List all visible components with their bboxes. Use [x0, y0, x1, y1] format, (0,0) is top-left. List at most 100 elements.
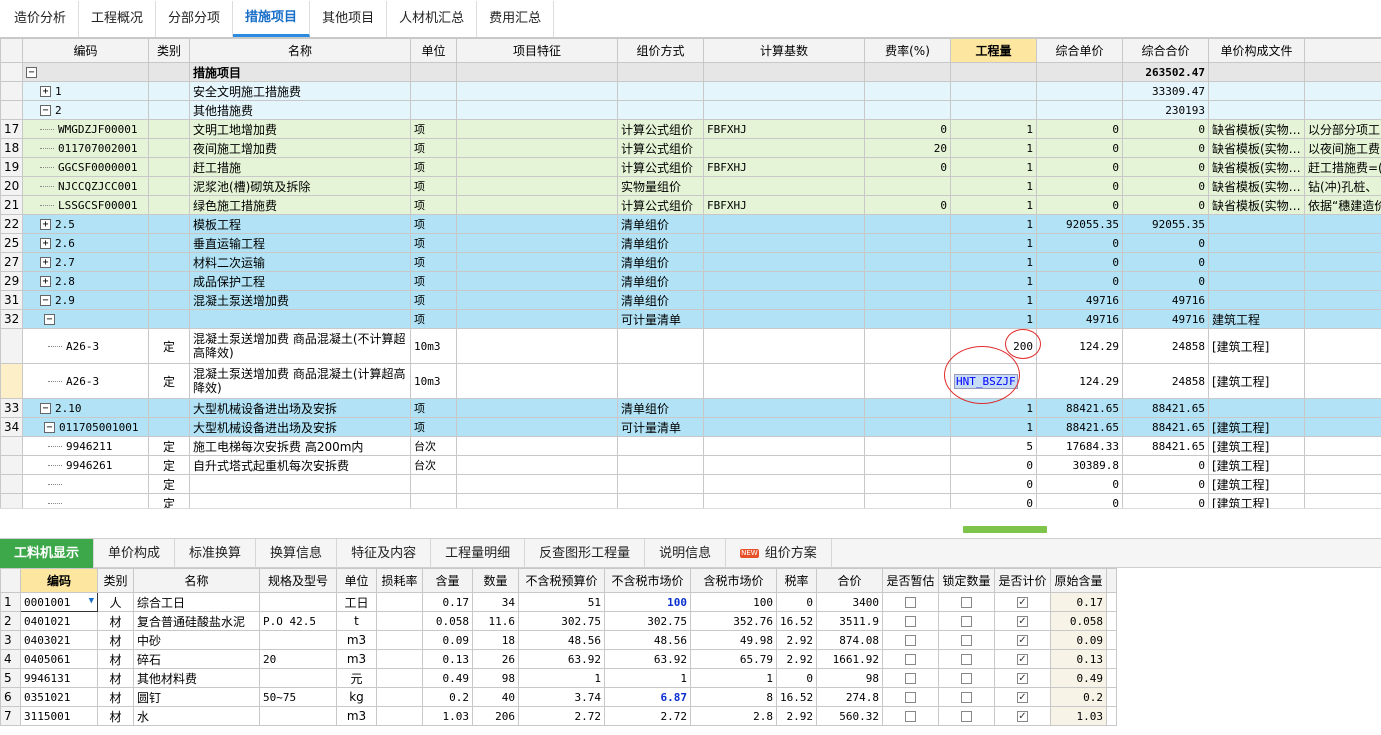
name-cell[interactable]: 其他材料费: [133, 668, 260, 688]
table-row[interactable]: 4 0405061 材碎石 20 m3 0.13 26 63.92 63.92 65.79 2.92…: [0, 649, 1117, 669]
type-cell[interactable]: 材: [97, 687, 134, 707]
name-cell[interactable]: 文明工地增加费: [189, 119, 411, 139]
calc-checkbox-cell[interactable]: ✓: [994, 668, 1051, 688]
extra-cell[interactable]: [1304, 81, 1381, 101]
total-cell[interactable]: 3400: [816, 592, 883, 612]
table-row[interactable]: 18 011707002001 夜间施工增加费项计算公式组价 20 1 0 0 缺省模板(实物…: [0, 138, 1381, 158]
method-cell[interactable]: 清单组价: [617, 271, 704, 291]
method-cell[interactable]: [617, 100, 704, 120]
expand-icon[interactable]: +: [40, 238, 51, 249]
extra-cell[interactable]: 钻(冲)孔桩、: [1304, 176, 1381, 196]
table-row[interactable]: A26-3 定混凝土泵送增加费 商品混凝土(计算超高降效) 10m3 HNT_BSZJ…: [0, 363, 1381, 399]
type-cell[interactable]: [148, 138, 190, 158]
checkbox-icon[interactable]: [905, 597, 916, 608]
table-row[interactable]: 20 NJCCQZJCC001 泥浆池(槽)砌筑及拆除项实物量组价 1 0 0 缺省模板(实…: [0, 176, 1381, 196]
rate-cell[interactable]: 0: [864, 157, 951, 177]
checkbox-icon[interactable]: [905, 692, 916, 703]
content-cell[interactable]: 0.058: [422, 611, 473, 631]
table-row[interactable]: A26-3 定混凝土泵送增加费 商品混凝土(不计算超高降效) 10m3 200 124.…: [0, 328, 1381, 364]
feature-cell[interactable]: [456, 119, 618, 139]
unit-price-cell[interactable]: 49716: [1036, 309, 1123, 329]
unit-price-cell[interactable]: [1036, 81, 1123, 101]
extra-cell[interactable]: [1304, 309, 1381, 329]
method-cell[interactable]: [617, 474, 704, 494]
qty-cell[interactable]: 18: [472, 630, 519, 650]
bottom-tab-0[interactable]: 工料机显示: [0, 539, 95, 568]
total-cell[interactable]: 3511.9: [816, 611, 883, 631]
price-file-cell[interactable]: 缺省模板(实物…: [1208, 195, 1305, 215]
spec-cell[interactable]: 50~75: [259, 687, 337, 707]
base-cell[interactable]: [703, 363, 865, 399]
qty-cell[interactable]: 1: [950, 138, 1037, 158]
table-row[interactable]: 定 0 0 0 [建筑工程]: [0, 493, 1381, 508]
feature-cell[interactable]: [456, 214, 618, 234]
base-cell[interactable]: [703, 493, 865, 508]
col-header-6[interactable]: 组价方式: [617, 38, 704, 63]
feature-cell[interactable]: [456, 455, 618, 475]
unit-cell[interactable]: 项: [410, 233, 457, 253]
unit-price-cell[interactable]: 49716: [1036, 290, 1123, 310]
unit-price-cell[interactable]: 0: [1036, 176, 1123, 196]
col-header-12[interactable]: 单价构成文件: [1208, 38, 1305, 63]
price-file-cell[interactable]: [1208, 100, 1305, 120]
bottom-tab-4[interactable]: 特征及内容: [337, 539, 432, 568]
lock-checkbox-cell[interactable]: [938, 687, 995, 707]
checkbox-icon[interactable]: [961, 692, 972, 703]
checked-checkbox-icon[interactable]: ✓: [1017, 711, 1028, 722]
name-cell[interactable]: 泥浆池(槽)砌筑及拆除: [189, 176, 411, 196]
loss-cell[interactable]: [376, 668, 423, 688]
table-row[interactable]: 9946211 定施工电梯每次安拆费 高200m内 台次 5 17684.33 88421…: [0, 436, 1381, 456]
name-cell[interactable]: 碎石: [133, 649, 260, 669]
checked-checkbox-icon[interactable]: ✓: [1017, 635, 1028, 646]
collapse-icon[interactable]: −: [40, 105, 51, 116]
rate-cell[interactable]: [864, 81, 951, 101]
name-cell[interactable]: 自升式塔式起重机每次安拆费: [189, 455, 411, 475]
type-cell[interactable]: [148, 309, 190, 329]
row-number[interactable]: [0, 100, 23, 120]
method-cell[interactable]: 实物量组价: [617, 176, 704, 196]
unit-price-cell[interactable]: 92055.35: [1036, 214, 1123, 234]
lower-col-header-3[interactable]: 名称: [133, 568, 260, 593]
rate-cell[interactable]: [864, 271, 951, 291]
code-cell[interactable]: −011705001001: [22, 417, 149, 437]
lower-col-header-1[interactable]: 编码: [20, 568, 98, 593]
code-cell[interactable]: GGCSF0000001: [22, 157, 149, 177]
name-cell[interactable]: 夜间施工增加费: [189, 138, 411, 158]
table-row[interactable]: 9946261 定自升式塔式起重机每次安拆费 台次 0 30389.8 0 [建筑工程]: [0, 455, 1381, 475]
orig-content-cell[interactable]: 0.49: [1050, 668, 1107, 688]
qty-cell[interactable]: 34: [472, 592, 519, 612]
unit-cell[interactable]: m3: [336, 706, 377, 726]
calc-checkbox-cell[interactable]: ✓: [994, 611, 1051, 631]
tab-5[interactable]: 人材机汇总: [387, 1, 478, 37]
total-cell[interactable]: 0: [1122, 176, 1209, 196]
tab-4[interactable]: 其他项目: [310, 1, 388, 37]
total-cell[interactable]: 24858: [1122, 328, 1209, 364]
expand-icon[interactable]: +: [40, 86, 51, 97]
unit-price-cell[interactable]: 0: [1036, 157, 1123, 177]
tax-cell[interactable]: 16.52: [776, 687, 817, 707]
total-cell[interactable]: 0: [1122, 474, 1209, 494]
qty-cell[interactable]: 0: [950, 493, 1037, 508]
table-row[interactable]: 1 0001001 ▼ 人综合工日 工日 0.17 34 51 100 100 0 3400 ✓ 0.17: [0, 592, 1117, 612]
name-cell[interactable]: 垂直运输工程: [189, 233, 411, 253]
orig-content-cell[interactable]: 0.09: [1050, 630, 1107, 650]
tax-cell[interactable]: 0: [776, 668, 817, 688]
expand-icon[interactable]: +: [40, 219, 51, 230]
total-cell[interactable]: 263502.47: [1122, 62, 1209, 82]
name-cell[interactable]: 施工电梯每次安拆费 高200m内: [189, 436, 411, 456]
extra-cell[interactable]: [1304, 474, 1381, 494]
lower-col-header-8[interactable]: 数量: [472, 568, 519, 593]
total-cell[interactable]: 274.8: [816, 687, 883, 707]
collapse-icon[interactable]: −: [40, 403, 51, 414]
lower-col-header-17[interactable]: 原始含量: [1050, 568, 1107, 593]
row-number[interactable]: 18: [0, 138, 23, 158]
col-header-2[interactable]: 类别: [148, 38, 190, 63]
rate-cell[interactable]: [864, 100, 951, 120]
feature-cell[interactable]: [456, 398, 618, 418]
price-file-cell[interactable]: [建筑工程]: [1208, 436, 1305, 456]
feature-cell[interactable]: [456, 157, 618, 177]
row-number[interactable]: 29: [0, 271, 23, 291]
feature-cell[interactable]: [456, 81, 618, 101]
lower-col-header-11[interactable]: 含税市场价: [690, 568, 777, 593]
market-cell[interactable]: 1: [604, 668, 691, 688]
